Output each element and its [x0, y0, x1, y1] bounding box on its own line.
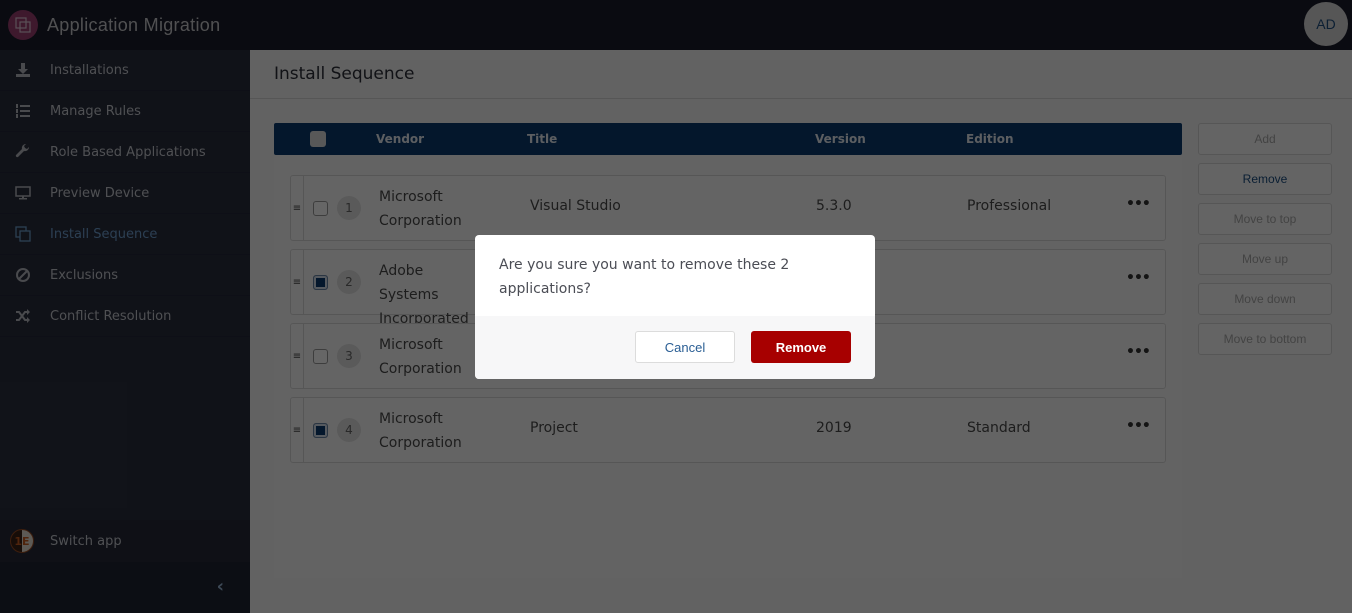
confirm-remove-dialog: Are you sure you want to remove these 2 …	[475, 235, 875, 379]
confirm-remove-button[interactable]: Remove	[751, 331, 851, 363]
cancel-button[interactable]: Cancel	[635, 331, 735, 363]
dialog-footer: Cancel Remove	[475, 316, 875, 379]
dialog-message: Are you sure you want to remove these 2 …	[499, 257, 790, 297]
